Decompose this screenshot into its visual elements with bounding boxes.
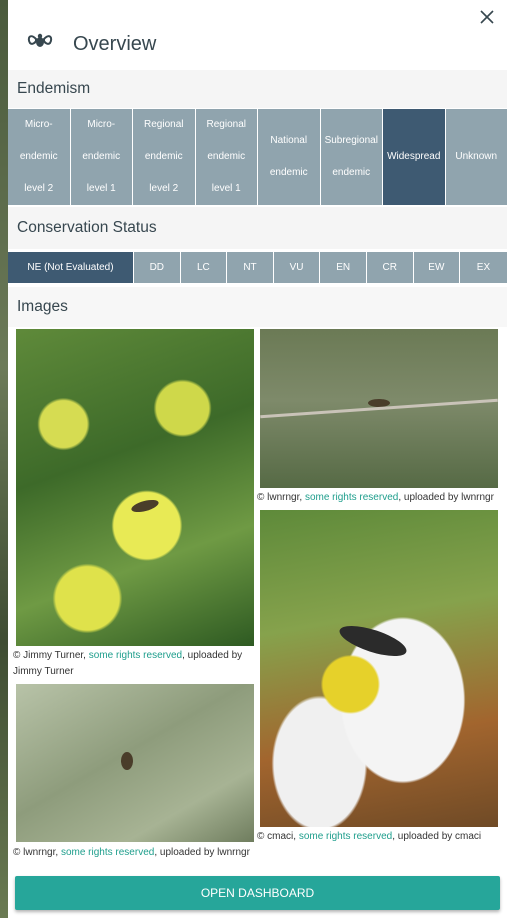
- species-photo-4[interactable]: [260, 510, 498, 827]
- endemism-option-regional-1[interactable]: Regional endemic level 1: [195, 109, 258, 205]
- conservation-option-ne[interactable]: NE (Not Evaluated): [8, 252, 134, 283]
- hoverfly-figure: [336, 619, 410, 663]
- endemism-option-micro-1[interactable]: Micro-endemic level 1: [70, 109, 133, 205]
- conservation-selector: NE (Not Evaluated) DD LC NT VU EN CR EW …: [8, 252, 507, 283]
- page-title: Overview: [73, 33, 157, 55]
- species-photo-2[interactable]: [260, 329, 498, 488]
- conservation-option-vu[interactable]: VU: [273, 252, 321, 283]
- conservation-option-lc[interactable]: LC: [180, 252, 228, 283]
- panel-header: Overview: [8, 0, 507, 70]
- images-heading: Images: [8, 287, 507, 327]
- endemism-option-micro-2[interactable]: Micro-endemic level 2: [8, 109, 71, 205]
- rights-link-1[interactable]: some rights reserved: [89, 650, 182, 661]
- photo-caption-3: © lwnrngr, some rights reserved, uploade…: [13, 847, 250, 858]
- open-dashboard-button[interactable]: OPEN DASHBOARD: [15, 876, 500, 910]
- endemism-option-national[interactable]: National endemic: [258, 109, 321, 205]
- hoverfly-figure: [121, 752, 133, 770]
- conservation-option-cr[interactable]: CR: [366, 252, 414, 283]
- conservation-option-nt[interactable]: NT: [227, 252, 274, 283]
- rights-link-3[interactable]: some rights reserved: [61, 847, 154, 858]
- species-photo-1[interactable]: [16, 329, 254, 646]
- conservation-option-ew[interactable]: EW: [413, 252, 461, 283]
- endemism-selector: Micro-endemic level 2 Micro-endemic leve…: [8, 109, 507, 205]
- overview-panel: Overview Endemism Micro-endemic level 2 …: [8, 0, 507, 918]
- photo-caption-4: © cmaci, some rights reserved, uploaded …: [257, 831, 482, 842]
- species-photo-3[interactable]: [16, 684, 254, 842]
- map-background-strip: [0, 0, 8, 918]
- hoverfly-figure: [130, 497, 160, 515]
- rights-link-4[interactable]: some rights reserved: [299, 831, 392, 842]
- endemism-option-widespread[interactable]: Widespread: [383, 109, 446, 205]
- conservation-option-ex[interactable]: EX: [460, 252, 507, 283]
- fly-icon: [27, 33, 53, 47]
- endemism-heading: Endemism: [8, 70, 507, 108]
- conservation-option-dd[interactable]: DD: [134, 252, 181, 283]
- endemism-option-regional-2[interactable]: Regional endemic level 2: [133, 109, 196, 205]
- conservation-option-en[interactable]: EN: [320, 252, 367, 283]
- endemism-option-subregional[interactable]: Subregional endemic: [320, 109, 383, 205]
- photo-caption-2: © lwnrngr, some rights reserved, uploade…: [257, 492, 494, 503]
- conservation-heading: Conservation Status: [8, 207, 507, 249]
- close-icon[interactable]: [476, 6, 498, 28]
- hoverfly-figure: [368, 399, 390, 407]
- photo-caption-1: © Jimmy Turner, some rights reserved, up…: [13, 650, 243, 677]
- endemism-option-unknown[interactable]: Unknown: [445, 109, 507, 205]
- rights-link-2[interactable]: some rights reserved: [305, 492, 398, 503]
